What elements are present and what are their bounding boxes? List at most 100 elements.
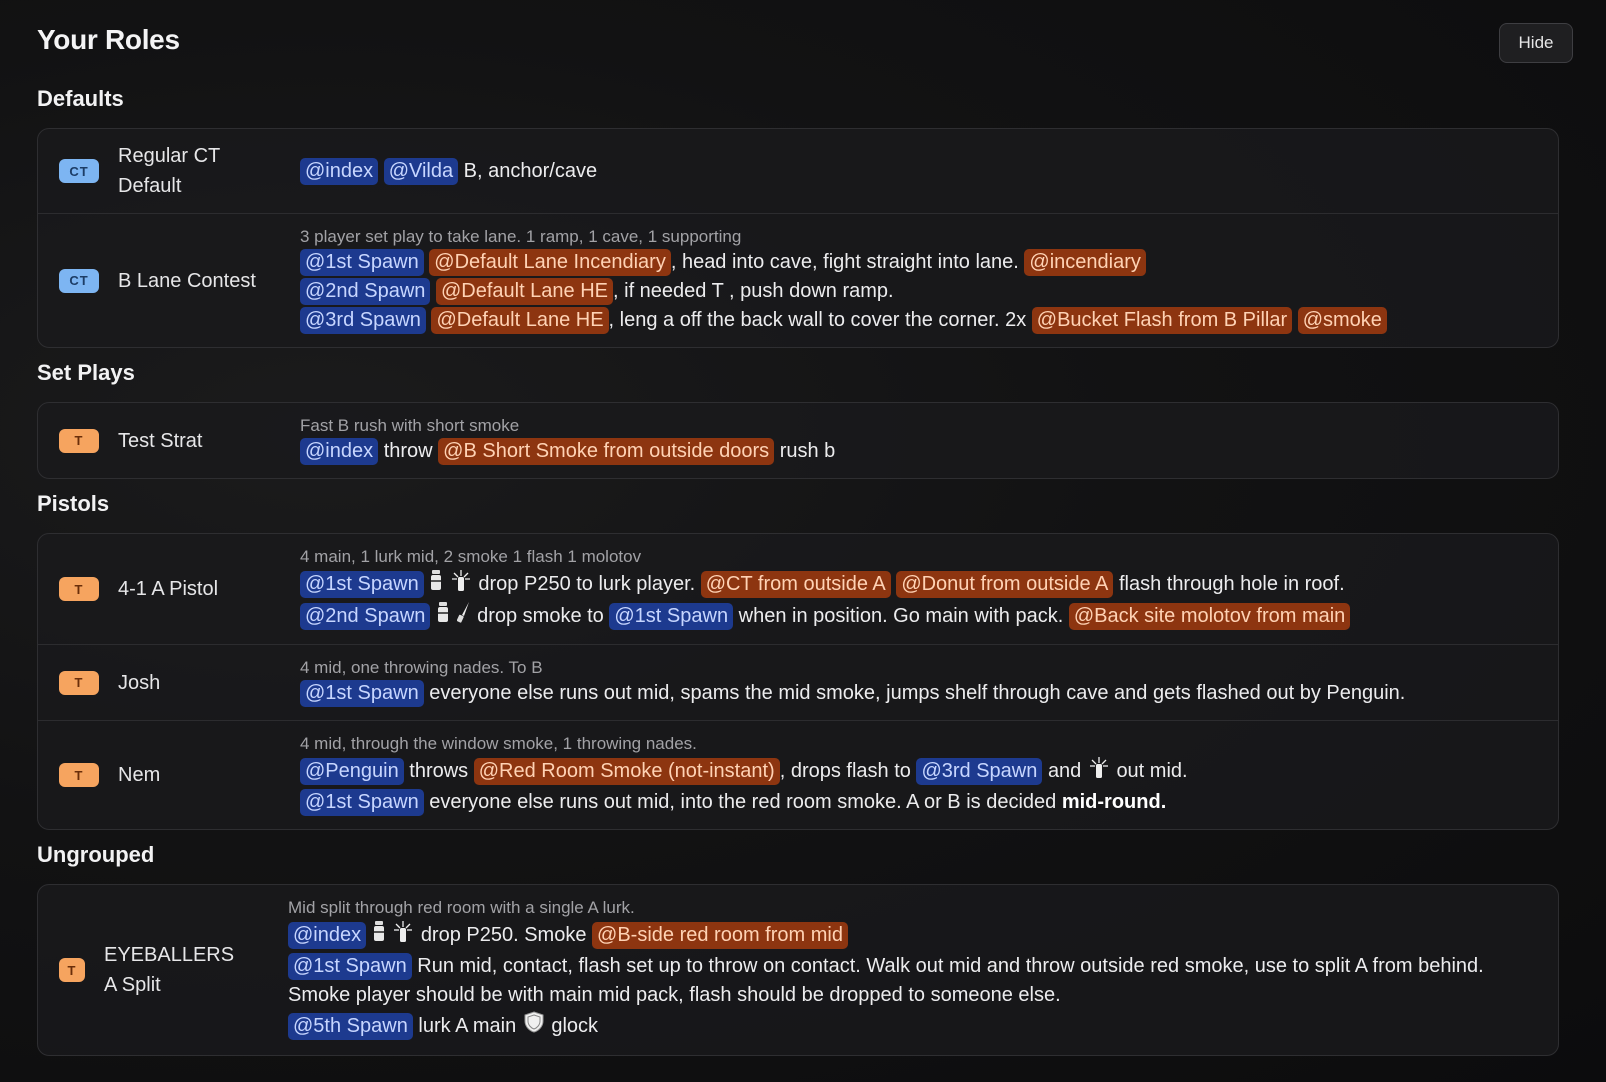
role-group-card: T Test Strat Fast B rush with short smoke @…	[37, 402, 1559, 479]
role-description: 4 mid, one throwing nades. To B	[300, 658, 543, 677]
instruction-text: lurk A main	[418, 1014, 517, 1037]
player-mention[interactable]: @Vilda	[383, 157, 459, 185]
role-content: 4 main, 1 lurk mid, 2 smoke 1 flash 1 mo…	[300, 546, 1558, 632]
smoke-icon	[430, 569, 442, 600]
player-mention[interactable]: @1st Spawn	[300, 680, 424, 707]
instruction-text: throws	[409, 759, 469, 782]
role-name: B Lane Contest	[118, 269, 256, 292]
role-identity: CT Regular CT Default	[38, 141, 300, 201]
instruction-text: B, anchor/cave	[463, 159, 598, 182]
utility-mention[interactable]: @Default Lane HE	[435, 278, 614, 305]
instruction-text: throw	[383, 440, 433, 462]
side-badge: T	[59, 670, 99, 695]
role-content: Mid split through red room with a single…	[288, 897, 1558, 1043]
player-mention[interactable]: @Penguin	[300, 757, 404, 785]
role-group-card: T EYEBALLERS A Split Mid split through red…	[37, 884, 1559, 1056]
role-description: 3 player set play to take lane. 1 ramp, …	[300, 227, 742, 246]
player-mention[interactable]: @2nd Spawn	[300, 602, 431, 630]
instruction-line: @1st Spawn @Default Lane Incendiary, hea…	[300, 248, 1538, 277]
group-title: Pistols	[37, 491, 110, 516]
knife-icon	[456, 601, 471, 632]
utility-mention[interactable]: @incendiary	[1024, 249, 1146, 276]
player-mention[interactable]: @5th Spawn	[288, 1012, 413, 1040]
group-title: Set Plays	[37, 360, 135, 385]
instruction-line: @1st Spawn everyone else runs out mid, s…	[300, 679, 1538, 708]
role-content: @index @Vilda B, anchor/cave	[300, 157, 1558, 186]
utility-mention[interactable]: @Back site molotov from main	[1068, 602, 1351, 630]
role-content: 4 mid, one throwing nades. To B @1st Spaw…	[300, 657, 1558, 708]
role-group-card: CT Regular CT Default @index @Vilda B, anc…	[37, 128, 1559, 348]
player-mention[interactable]: @2nd Spawn	[300, 278, 431, 305]
player-mention[interactable]: @1st Spawn	[300, 789, 424, 816]
player-mention[interactable]: @1st Spawn	[300, 570, 424, 598]
role-identity: T 4-1 A Pistol	[38, 574, 300, 604]
role-row[interactable]: T 4-1 A Pistol 4 main, 1 lurk mid, 2 smoke…	[38, 534, 1558, 644]
instruction-text: rush b	[779, 440, 836, 462]
player-mention[interactable]: @1st Spawn	[300, 249, 424, 276]
role-name: Josh	[118, 671, 161, 694]
player-mention[interactable]: @index	[300, 157, 379, 185]
role-identity: T Test Strat	[38, 426, 300, 456]
instruction-line: @1st Spawn drop P250 to lurk player. @CT…	[300, 568, 1538, 601]
role-row[interactable]: T Test Strat Fast B rush with short smoke @…	[38, 403, 1558, 478]
utility-mention[interactable]: @Donut from outside A	[896, 570, 1114, 598]
role-row[interactable]: CT B Lane Contest 3 player set play to tak…	[38, 213, 1558, 347]
utility-mention[interactable]: @Default Lane HE	[431, 307, 609, 334]
player-mention[interactable]: @index	[300, 438, 379, 465]
group-title: Defaults	[37, 86, 124, 111]
instruction-line: @2nd Spawn @Default Lane HE, if needed T…	[300, 277, 1538, 306]
role-row[interactable]: T Nem 4 mid, through the window smoke, 1 t…	[38, 720, 1558, 829]
utility-mention[interactable]: @Default Lane Incendiary	[429, 249, 671, 276]
utility-mention[interactable]: @smoke	[1297, 307, 1387, 334]
utility-mention[interactable]: @B-side red room from mid	[592, 921, 848, 949]
side-badge: CT	[59, 159, 99, 183]
player-mention[interactable]: @3rd Spawn	[300, 307, 426, 334]
utility-mention[interactable]: @CT from outside A	[700, 570, 891, 598]
role-name: Test Strat	[118, 429, 203, 452]
instruction-text: , drops flash to	[779, 759, 911, 782]
instruction-line: @2nd Spawn drop smoke to @1st Spawn when…	[300, 601, 1538, 632]
role-identity: CT B Lane Contest	[38, 266, 300, 296]
instruction-line: @Penguin throws @Red Room Smoke (not-ins…	[300, 755, 1538, 788]
role-groups: Defaults CT Regular CT Default @index @Vild…	[37, 86, 1569, 1056]
group-title: Ungrouped	[37, 842, 155, 867]
instruction-line: @5th Spawn lurk A main glock	[288, 1010, 1538, 1043]
side-badge: T	[59, 763, 99, 787]
instruction-text: and	[1047, 759, 1082, 782]
instruction-text: glock	[551, 1014, 599, 1037]
role-content: Fast B rush with short smoke @index throw…	[300, 415, 1558, 466]
role-content: 4 mid, through the window smoke, 1 throw…	[300, 733, 1558, 817]
page-title: Your Roles	[37, 24, 180, 55]
smoke-icon	[373, 920, 385, 951]
role-row[interactable]: T Josh 4 mid, one throwing nades. To B @1st…	[38, 644, 1558, 720]
side-badge: T	[59, 428, 99, 453]
utility-mention[interactable]: @Red Room Smoke (not-instant)	[473, 757, 780, 785]
instruction-text: when in position. Go main with pack.	[738, 604, 1064, 627]
instruction-text: , if needed T , push down ramp.	[613, 280, 894, 302]
player-mention[interactable]: @3rd Spawn	[916, 757, 1043, 785]
role-content: 3 player set play to take lane. 1 ramp, …	[300, 226, 1558, 335]
role-identity: T Josh	[38, 668, 300, 698]
role-name: 4-1 A Pistol	[118, 578, 219, 600]
instruction-text: out mid.	[1116, 759, 1188, 782]
instruction-text: , leng a off the back wall to cover the …	[608, 309, 1027, 331]
player-mention[interactable]: @1st Spawn	[288, 953, 412, 980]
instruction-text: everyone else runs out mid, spams the mi…	[429, 682, 1406, 704]
smoke-icon	[437, 601, 449, 632]
instruction-line: @index drop P250. Smoke @B-side red room…	[288, 919, 1538, 952]
player-mention[interactable]: @1st Spawn	[609, 602, 734, 630]
player-mention[interactable]: @index	[288, 921, 367, 949]
role-row[interactable]: CT Regular CT Default @index @Vilda B, anc…	[38, 129, 1558, 213]
instruction-line: @3rd Spawn @Default Lane HE, leng a off …	[300, 306, 1538, 335]
instruction-text: Run mid, contact, flash set up to throw …	[288, 955, 1484, 1006]
side-badge: T	[59, 577, 99, 601]
hide-button[interactable]: Hide	[1499, 23, 1573, 63]
kevlar-icon	[523, 1010, 545, 1043]
role-row[interactable]: T EYEBALLERS A Split Mid split through red…	[38, 885, 1558, 1055]
utility-mention[interactable]: @Bucket Flash from B Pillar	[1031, 307, 1293, 334]
role-group-card: T 4-1 A Pistol 4 main, 1 lurk mid, 2 smoke…	[37, 533, 1559, 830]
utility-mention[interactable]: @B Short Smoke from outside doors	[438, 438, 775, 465]
role-name: Nem	[118, 764, 161, 786]
role-description: 4 main, 1 lurk mid, 2 smoke 1 flash 1 mo…	[300, 547, 642, 566]
side-badge: T	[59, 958, 85, 982]
